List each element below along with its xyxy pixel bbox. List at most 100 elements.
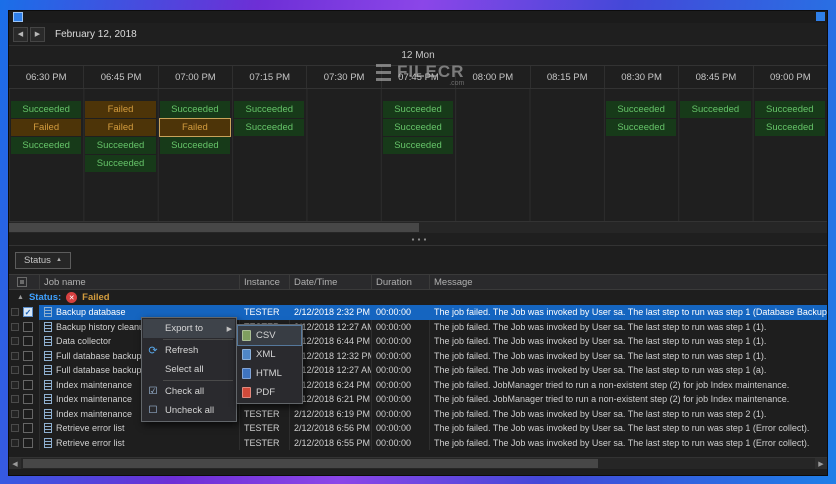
message-cell: The job failed. The Job was invoked by U…	[429, 421, 827, 436]
submenu-item-label: XML	[256, 349, 276, 360]
duration-cell: 00:00:00	[371, 319, 429, 334]
group-collapse-icon[interactable]: ▲	[17, 294, 24, 301]
select-column-header[interactable]	[9, 275, 39, 289]
row-checkbox[interactable]	[23, 423, 33, 434]
calendar-cell[interactable]: Succeeded	[382, 119, 454, 136]
calendar-cell[interactable]: Succeeded	[754, 101, 825, 118]
row-checkbox[interactable]	[23, 307, 33, 318]
document-icon	[44, 336, 52, 347]
row-checkbox[interactable]	[23, 408, 33, 419]
html-file-icon	[242, 368, 251, 379]
row-expander[interactable]	[11, 424, 19, 433]
next-day-button[interactable]: ▶	[30, 26, 45, 42]
row-checkbox[interactable]	[23, 437, 33, 448]
calendar-cell[interactable]: Succeeded	[11, 137, 82, 154]
submenu-item-csv[interactable]: CSV	[237, 325, 302, 346]
row-expander[interactable]	[11, 337, 19, 346]
calendar-cell[interactable]: Succeeded	[85, 137, 156, 154]
calendar-cell[interactable]: Succeeded	[382, 101, 454, 118]
row-expander[interactable]	[11, 308, 19, 317]
row-checkbox[interactable]	[23, 350, 33, 361]
menu-item-uncheck-all[interactable]: ☐ Uncheck all	[143, 401, 235, 420]
column-header-message[interactable]: Message	[429, 275, 827, 289]
row-checkbox[interactable]	[23, 394, 33, 405]
table-row[interactable]: Full database backup TESTER 2/12/2018 12…	[9, 363, 827, 378]
table-row[interactable]: Index maintenance TESTER 2/12/2018 6:21 …	[9, 392, 827, 407]
row-expander[interactable]	[11, 438, 19, 447]
calendar-cell-selected[interactable]: Failed	[158, 118, 232, 137]
column-header-duration[interactable]: Duration	[371, 275, 429, 289]
column-header-instance[interactable]: Instance	[239, 275, 289, 289]
table-row[interactable]: Retrieve error list TESTER 2/12/2018 6:5…	[9, 435, 827, 450]
calendar-cell[interactable]: Succeeded	[234, 119, 305, 136]
time-header: 08:00 PM	[455, 66, 529, 88]
calendar-cell[interactable]: Failed	[85, 119, 156, 136]
row-checkbox[interactable]	[23, 321, 33, 332]
calendar-cell[interactable]: Succeeded	[605, 101, 677, 118]
context-menu: Export to ▶ ⟳ Refresh Select all ☑ Check…	[141, 317, 237, 422]
row-expander[interactable]	[11, 366, 19, 375]
menu-item-select-all[interactable]: Select all	[143, 360, 235, 379]
scroll-left-button[interactable]: ◀	[9, 458, 21, 469]
row-expander[interactable]	[11, 409, 19, 418]
row-expander[interactable]	[11, 322, 19, 331]
panel-splitter[interactable]	[9, 233, 827, 245]
row-gutter	[9, 392, 39, 407]
submenu-item-label: PDF	[256, 387, 275, 398]
calendar-cell[interactable]: Succeeded	[234, 101, 305, 118]
table-row[interactable]: Retrieve error list TESTER 2/12/2018 6:5…	[9, 421, 827, 436]
row-expander[interactable]	[11, 395, 19, 404]
duration-cell: 00:00:00	[371, 421, 429, 436]
window-accent-icon	[816, 12, 825, 21]
calendar-horizontal-scrollbar[interactable]	[9, 221, 827, 233]
menu-item-export-to[interactable]: Export to ▶	[143, 319, 235, 338]
time-header: 07:30 PM	[306, 66, 380, 88]
calendar-cell[interactable]: Succeeded	[382, 137, 454, 154]
column-header-datetime[interactable]: Date/Time	[289, 275, 371, 289]
calendar-cell[interactable]: Succeeded	[11, 101, 82, 118]
calendar-cell[interactable]: Failed	[85, 101, 156, 118]
menu-item-label: Check all	[165, 386, 205, 397]
calendar-cell[interactable]: Succeeded	[159, 101, 231, 118]
time-header: 08:30 PM	[603, 66, 678, 88]
table-horizontal-scrollbar[interactable]: ◀ ▶	[9, 457, 827, 469]
job-grid-panel: Status ▲ Job name Instance Date/Time Dur…	[9, 245, 827, 475]
calendar-scrollbar-thumb[interactable]	[9, 223, 419, 232]
table-row[interactable]: Backup history cleanu... TESTER 2/12/201…	[9, 319, 827, 334]
calendar-cell[interactable]: Succeeded	[605, 119, 677, 136]
prev-day-button[interactable]: ◀	[13, 26, 28, 42]
row-checkbox[interactable]	[23, 365, 33, 376]
submenu-item-pdf[interactable]: PDF	[238, 383, 301, 402]
calendar-cell[interactable]: Succeeded	[680, 101, 751, 118]
duration-cell: 00:00:00	[371, 392, 429, 407]
table-row[interactable]: Data collector TESTER 2/12/2018 6:44 PM …	[9, 334, 827, 349]
watermark-text: FILECR	[397, 62, 465, 81]
table-row[interactable]: Index maintenance TESTER 2/12/2018 6:24 …	[9, 377, 827, 392]
calendar-cell[interactable]: Succeeded	[85, 155, 156, 172]
time-header: 09:00 PM	[752, 66, 827, 88]
column-header-job-name[interactable]: Job name	[39, 275, 239, 289]
message-cell: The job failed. JobManager tried to run …	[429, 377, 827, 392]
table-row[interactable]: Index maintenance TESTER 2/12/2018 6:19 …	[9, 406, 827, 421]
date-navigation-bar: ◀ ▶ February 12, 2018	[9, 23, 827, 45]
group-by-status-button[interactable]: Status ▲	[15, 251, 71, 269]
table-scrollbar-thumb[interactable]	[23, 459, 598, 468]
calendar-cell[interactable]: Failed	[11, 119, 82, 136]
table-row[interactable]: Backup database TESTER 2/12/2018 2:32 PM…	[9, 305, 827, 320]
row-checkbox[interactable]	[23, 336, 33, 347]
group-row-status-failed[interactable]: ▲ Status: ✕ Failed	[9, 290, 827, 305]
duration-cell: 00:00:00	[371, 406, 429, 421]
menu-item-refresh[interactable]: ⟳ Refresh	[143, 341, 235, 360]
submenu-item-html[interactable]: HTML	[238, 364, 301, 383]
submenu-arrow-icon: ▶	[226, 325, 232, 333]
row-expander[interactable]	[11, 380, 19, 389]
calendar-cell[interactable]: Succeeded	[159, 137, 231, 154]
calendar-cell[interactable]: Succeeded	[754, 119, 825, 136]
select-column-icon	[17, 277, 27, 287]
table-row[interactable]: Full database backup TESTER 2/12/2018 12…	[9, 348, 827, 363]
row-expander[interactable]	[11, 351, 19, 360]
row-checkbox[interactable]	[23, 379, 33, 390]
submenu-item-xml[interactable]: XML	[238, 345, 301, 364]
menu-item-check-all[interactable]: ☑ Check all	[143, 382, 235, 401]
scroll-right-button[interactable]: ▶	[815, 458, 827, 469]
